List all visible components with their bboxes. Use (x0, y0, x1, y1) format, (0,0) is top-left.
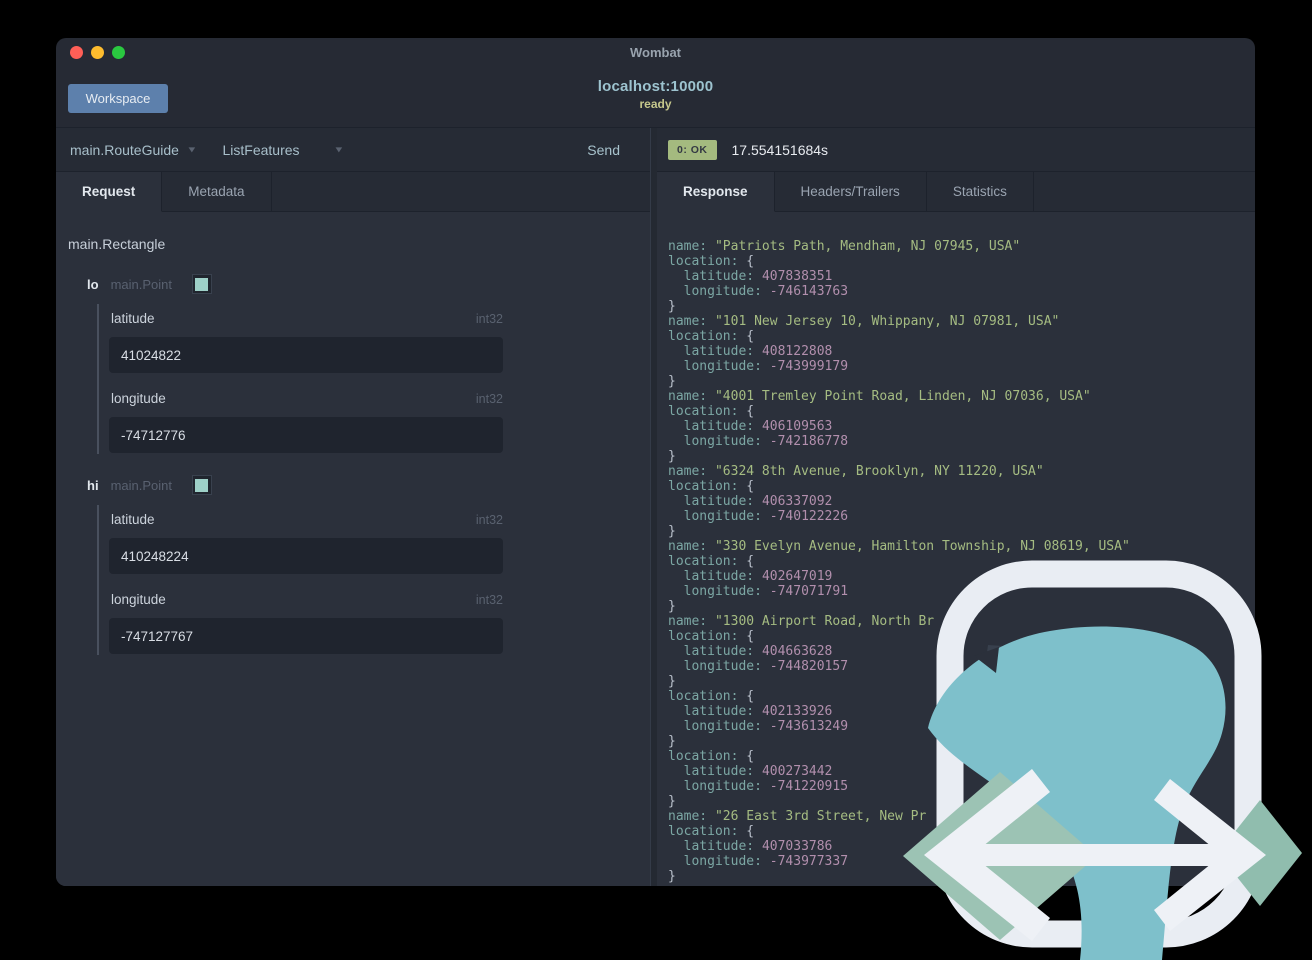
field-longitude: longitude int32 (109, 391, 503, 453)
main-columns: main.RouteGuide ▾ ListFeatures ▾ Send Re… (56, 128, 1255, 886)
traffic-lights (70, 46, 125, 59)
group-header: hi main.Point (87, 475, 650, 495)
tab-metadata[interactable]: Metadata (162, 172, 272, 212)
tabbar-filler (271, 172, 650, 212)
method-dropdown[interactable]: ListFeatures ▾ (222, 142, 341, 158)
server-info: localhost:10000 ready (56, 78, 1255, 111)
chevron-down-icon: ▾ (188, 144, 196, 156)
field-label: latitude (111, 311, 155, 326)
call-duration: 17.554151684s (731, 141, 829, 158)
app-header: Workspace localhost:10000 ready (56, 66, 1255, 128)
status-badge: 0: OK (668, 139, 717, 160)
group-header: lo main.Point (87, 274, 650, 294)
field-label: longitude (111, 592, 166, 607)
message-type-label: main.Rectangle (68, 236, 166, 252)
field-label: longitude (111, 391, 166, 406)
window-title: Wombat (629, 44, 682, 60)
request-tabbar: Request Metadata (56, 172, 650, 212)
pane-divider[interactable] (650, 128, 657, 886)
field-label: latitude (111, 512, 155, 527)
close-window-icon[interactable] (70, 46, 83, 59)
chevron-down-icon: ▾ (334, 144, 342, 156)
field-latitude: latitude int32 (109, 311, 503, 373)
enable-message-checkbox[interactable] (191, 475, 212, 495)
response-output-area[interactable]: name: "Patriots Path, Mendham, NJ 07945,… (657, 212, 1255, 886)
titlebar: Wombat (56, 38, 1255, 66)
latitude-input[interactable] (109, 337, 503, 373)
response-status-row: 0: OK 17.554151684s (657, 128, 1255, 172)
latitude-input[interactable] (109, 538, 503, 574)
send-button[interactable]: Send (587, 142, 620, 158)
service-dropdown[interactable]: main.RouteGuide ▾ (70, 141, 196, 158)
group-fields: latitude int32 longitude int32 (97, 304, 650, 454)
field-type-label: int32 (475, 593, 503, 607)
checkbox-checked-icon (195, 277, 209, 291)
field-longitude: longitude int32 (109, 592, 503, 654)
group-field-type: main.Point (110, 477, 172, 493)
group-field-type: main.Point (110, 276, 172, 292)
field-group-hi: hi main.Point latitude int32 410248224 l… (68, 475, 650, 655)
field-latitude: latitude int32 (109, 512, 503, 574)
minimize-window-icon[interactable] (91, 46, 104, 59)
group-fields: latitude int32 longitude int32 (97, 505, 650, 655)
tab-response[interactable]: Response (657, 172, 775, 212)
app-window: Wombat Workspace localhost:10000 ready m… (56, 38, 1255, 886)
tab-headers-trailers[interactable]: Headers/Trailers (774, 172, 927, 212)
field-type-label: int32 (475, 312, 503, 326)
desktop-background: Wombat Workspace localhost:10000 ready m… (0, 0, 1312, 960)
zoom-window-icon[interactable] (112, 46, 125, 59)
service-dropdown-label: main.RouteGuide (70, 141, 179, 158)
server-status: ready (639, 97, 672, 111)
longitude-input[interactable] (109, 417, 503, 453)
response-pane: 0: OK 17.554151684s Response Headers/Tra… (657, 128, 1255, 886)
group-field-name: hi (87, 477, 99, 493)
tab-request[interactable]: Request (56, 172, 163, 212)
checkbox-checked-icon (195, 478, 209, 492)
field-type-label: int32 (475, 392, 503, 406)
field-group-lo: lo main.Point latitude int32 41024822 lo… (68, 274, 650, 454)
tabbar-filler (1033, 172, 1255, 212)
method-dropdown-label: ListFeatures (222, 141, 300, 158)
field-type-label: int32 (475, 513, 503, 527)
server-address: localhost:10000 (597, 78, 714, 95)
method-selector-row: main.RouteGuide ▾ ListFeatures ▾ Send (56, 128, 650, 172)
longitude-input[interactable] (109, 618, 503, 654)
tab-statistics[interactable]: Statistics (926, 172, 1034, 212)
request-form: main.Rectangle lo main.Point latitude in… (56, 212, 650, 886)
response-tabbar: Response Headers/Trailers Statistics (657, 172, 1255, 212)
response-body: name: "Patriots Path, Mendham, NJ 07945,… (668, 239, 1130, 884)
group-field-name: lo (87, 276, 99, 292)
enable-message-checkbox[interactable] (191, 274, 212, 294)
request-pane: main.RouteGuide ▾ ListFeatures ▾ Send Re… (56, 128, 650, 886)
